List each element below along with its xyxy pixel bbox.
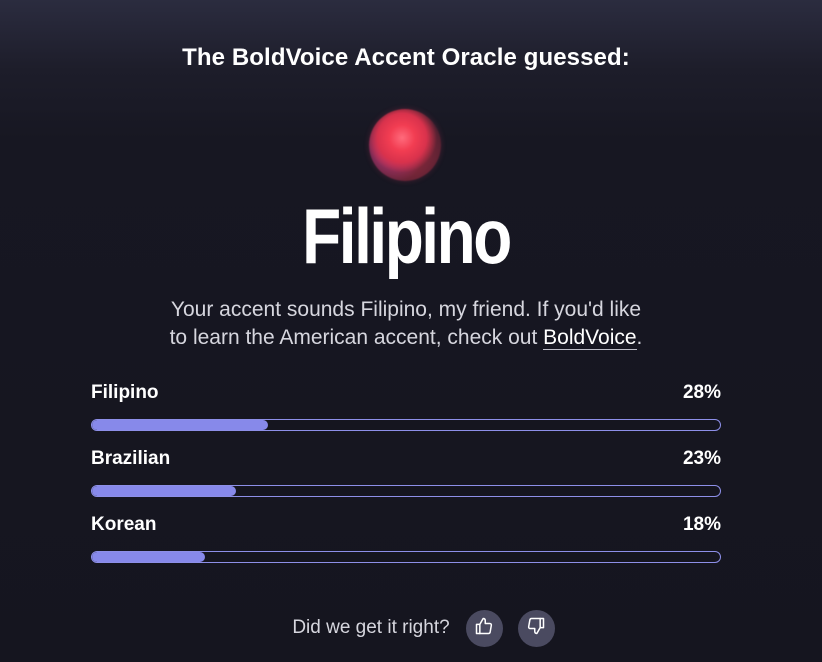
accent-bar-percentage: 23%: [682, 448, 721, 469]
accent-bar-label: Korean: [91, 514, 157, 535]
thumbs-up-icon: [474, 616, 494, 641]
result-description-line1: Your accent sounds Filipino, my friend. …: [170, 298, 642, 321]
accent-bar-label: Brazilian: [91, 448, 171, 469]
accent-bar-track: [91, 485, 721, 497]
result-accent-title: Filipino: [302, 192, 512, 280]
accent-bar-percentage: 18%: [682, 514, 721, 535]
oracle-orb: [369, 109, 441, 181]
thumbs-up-button[interactable]: [465, 609, 503, 647]
accent-bar-track: [91, 419, 721, 431]
accent-bar-track: [91, 551, 721, 563]
feedback-question: Did we get it right?: [292, 617, 450, 638]
accent-bar-fill: [92, 420, 268, 430]
result-description-line2-prefix: to learn the American accent, check out: [169, 326, 544, 349]
result-description-line2-suffix: .: [636, 326, 643, 349]
thumbs-down-icon: [526, 616, 546, 641]
accent-bar-row: Korean 18%: [91, 514, 721, 580]
accent-probability-bars: Filipino 28% Brazilian 23% Korean 18%: [91, 382, 721, 580]
result-description-line2: to learn the American accent, check out …: [0, 324, 812, 352]
accent-bar-row: Brazilian 23%: [91, 448, 721, 514]
oracle-orb-graphic: [369, 109, 441, 181]
boldvoice-link[interactable]: BoldVoice: [543, 326, 637, 350]
accent-bar-row: Filipino 28%: [91, 382, 721, 448]
result-description: Your accent sounds Filipino, my friend. …: [0, 296, 812, 352]
thumbs-down-button[interactable]: [517, 609, 555, 647]
accent-bar-label: Filipino: [91, 382, 159, 403]
accent-bar-fill: [92, 486, 236, 496]
accent-bar-fill: [92, 552, 205, 562]
feedback-bar: Did we get it right?: [0, 609, 812, 647]
page-heading: The BoldVoice Accent Oracle guessed:: [182, 44, 630, 71]
accent-bar-percentage: 28%: [682, 382, 721, 403]
